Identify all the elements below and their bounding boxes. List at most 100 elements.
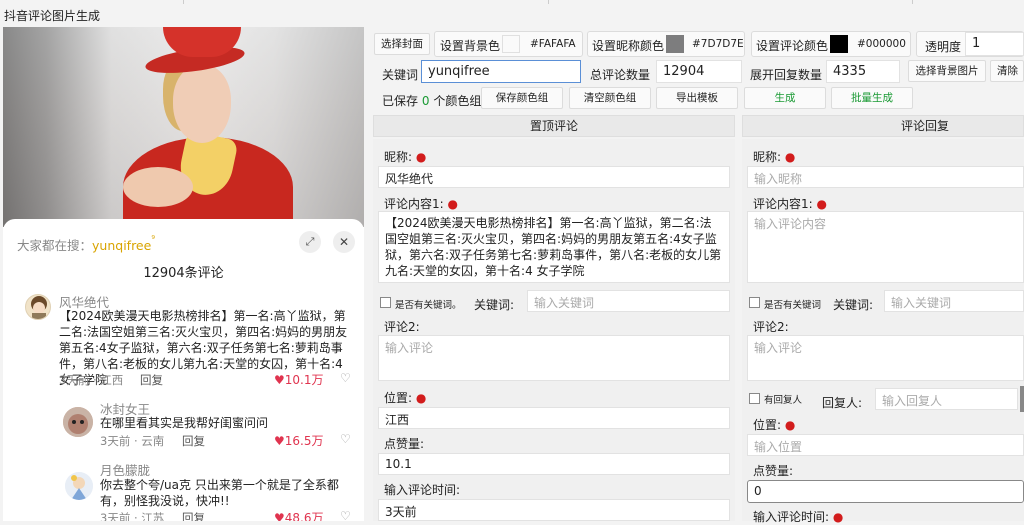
location-label: 位置: ● xyxy=(384,389,426,406)
time-input[interactable]: 3天前 xyxy=(378,499,730,521)
reply-nick-label-text: 昵称: xyxy=(753,150,782,164)
location-label-text: 位置: xyxy=(384,391,413,405)
required-mark: ● xyxy=(784,150,796,164)
required-mark: ● xyxy=(415,150,427,164)
avatar[interactable] xyxy=(65,472,93,500)
reply-time-label: 输入评论时间: ● xyxy=(753,508,843,525)
has-keyword-checkbox[interactable] xyxy=(380,297,391,308)
reply-location-label-text: 位置: xyxy=(753,418,782,432)
batch-generate-button[interactable]: 批量生成 xyxy=(831,87,913,109)
saved-suffix: 个颜色组 xyxy=(433,94,482,108)
reply-location-label: 位置: ● xyxy=(753,416,795,433)
search-icon: ⁹ xyxy=(151,235,155,245)
reply-content-label-text: 评论内容1: xyxy=(753,197,813,211)
generate-button[interactable]: 生成 xyxy=(744,87,826,109)
save-color-group-button[interactable]: 保存颜色组 xyxy=(481,87,563,109)
reply-button[interactable]: 回复 xyxy=(182,433,205,449)
expand-replies-label: 展开回复数量 xyxy=(750,68,823,82)
bg-color-swatch[interactable] xyxy=(502,35,520,53)
comment2-textarea[interactable]: 输入评论 xyxy=(378,335,730,381)
opacity-input[interactable]: 1 xyxy=(965,32,1024,56)
likes-label: 点赞量: xyxy=(384,437,425,451)
title-bar: 抖音评论图片生成 xyxy=(0,0,1024,26)
choose-bg-image-button[interactable]: 选择背景图片 xyxy=(908,60,986,82)
dislike-icon[interactable]: ♡ xyxy=(340,432,351,446)
content-label: 评论内容1: ● xyxy=(384,195,458,212)
saved-count: 0 xyxy=(421,94,430,108)
reply-has-keyword-checkbox[interactable] xyxy=(749,297,760,308)
reply-comment2-label: 评论2: xyxy=(753,320,789,334)
total-comments-label: 总评论数量 xyxy=(590,68,651,82)
comment-text: 你去整个夸/ua克 只出来第一个就是了全系都有，别怪我没说，快冲!! xyxy=(100,478,339,508)
hand xyxy=(123,167,193,207)
comment2-label: 评论2: xyxy=(384,320,420,334)
pinned-comment-header: 置顶评论 xyxy=(373,115,735,137)
comment-meta: 3天前 · 江西 xyxy=(59,373,124,387)
required-mark: ● xyxy=(447,197,458,211)
has-keyword-label: 是否有关键词。 xyxy=(395,300,462,311)
time-label: 输入评论时间: xyxy=(384,483,461,497)
comment-sheet: 大家都在搜：yunqifree⁹ ⤢ ✕ 12904条评论 风华绝代 【2024… xyxy=(3,219,364,521)
avatar[interactable] xyxy=(25,294,51,320)
expand-replies-input[interactable]: 4335 xyxy=(826,60,900,83)
export-template-button[interactable]: 导出模板 xyxy=(656,87,738,109)
avatar[interactable] xyxy=(63,407,93,437)
required-mark: ● xyxy=(784,418,796,432)
like-count[interactable]: ♥16.5万 xyxy=(274,432,323,449)
reply-likes-input[interactable]: 0 xyxy=(747,480,1024,503)
expand-icon[interactable]: ⤢ xyxy=(299,231,321,253)
clear-bg-button[interactable]: 清除背 xyxy=(990,60,1024,82)
nick-color-value: #7D7D7E xyxy=(692,38,744,50)
dislike-icon[interactable]: ♡ xyxy=(340,371,351,385)
nick-label-text: 昵称: xyxy=(384,150,413,164)
reply-keyword-label: 关键词: xyxy=(833,298,874,312)
reply-keyword-input[interactable]: 输入关键词 xyxy=(884,290,1024,312)
reply-nick-input[interactable]: 输入昵称 xyxy=(747,166,1024,188)
reply-comment-header: 评论回复 xyxy=(742,115,1024,137)
clear-color-group-button[interactable]: 清空颜色组 xyxy=(569,87,651,109)
has-replier-label: 有回复人 xyxy=(764,395,803,406)
scrollbar[interactable] xyxy=(1020,386,1024,412)
hot-search[interactable]: 大家都在搜：yunqifree⁹ xyxy=(17,235,155,254)
close-icon[interactable]: ✕ xyxy=(333,231,355,253)
reply-comment2-textarea[interactable]: 输入评论 xyxy=(747,335,1024,381)
reply-button[interactable]: 回复 xyxy=(182,510,205,521)
reply-content-textarea[interactable]: 输入评论内容 xyxy=(747,211,1024,283)
comment-text: 在哪里看其实是我帮好闺蜜问问 xyxy=(100,416,269,430)
choose-cover-button[interactable]: 选择封面 xyxy=(374,33,430,55)
hot-search-label: 大家都在搜： xyxy=(17,238,93,253)
keyword-field-input[interactable]: 输入关键词 xyxy=(527,290,730,312)
keyword-input[interactable]: yunqifree xyxy=(421,60,581,83)
divider xyxy=(183,0,184,4)
set-bg-color-button[interactable]: 设置背景色 xyxy=(440,37,500,54)
comment-meta: 3天前 · 云南 xyxy=(100,434,165,448)
set-nick-color-button[interactable]: 设置昵称颜色 xyxy=(592,37,664,54)
required-mark: ● xyxy=(832,510,844,524)
dislike-icon[interactable]: ♡ xyxy=(340,509,351,521)
comment-color-value: #000000 xyxy=(857,38,906,50)
nick-color-swatch[interactable] xyxy=(666,35,684,53)
bg-color-value: #FAFAFA xyxy=(530,38,576,50)
hot-search-keyword[interactable]: yunqifree xyxy=(92,238,151,253)
likes-input[interactable]: 10.1 xyxy=(378,453,730,475)
comment-color-swatch[interactable] xyxy=(830,35,848,53)
cover-image xyxy=(3,27,364,227)
like-count[interactable]: ♥10.1万 xyxy=(274,371,323,388)
has-replier-checkbox[interactable] xyxy=(749,393,760,404)
face xyxy=(173,65,231,143)
total-comments-input[interactable]: 12904 xyxy=(656,60,742,83)
reply-location-input[interactable]: 输入位置 xyxy=(747,434,1024,456)
keyword-field-label: 关键词: xyxy=(474,298,515,312)
reply-button[interactable]: 回复 xyxy=(140,372,163,388)
content-textarea[interactable]: 【2024欧美漫天电影热榜排名】第一名:高丫监狱，第二名:法国空姐第三名:灭火宝… xyxy=(378,211,730,283)
replier-input[interactable]: 输入回复人 xyxy=(875,388,1018,410)
divider xyxy=(548,0,549,4)
set-comment-color-button[interactable]: 设置评论颜色 xyxy=(756,37,828,54)
required-mark: ● xyxy=(816,197,827,211)
location-input[interactable]: 江西 xyxy=(378,407,730,429)
comment-meta: 3天前 · 江苏 xyxy=(100,511,165,521)
opacity-label: 透明度 xyxy=(925,40,962,54)
reply-time-label-text: 输入评论时间: xyxy=(753,510,830,524)
like-count[interactable]: ♥48.6万 xyxy=(274,509,323,521)
nick-input[interactable]: 风华绝代 xyxy=(378,166,730,188)
